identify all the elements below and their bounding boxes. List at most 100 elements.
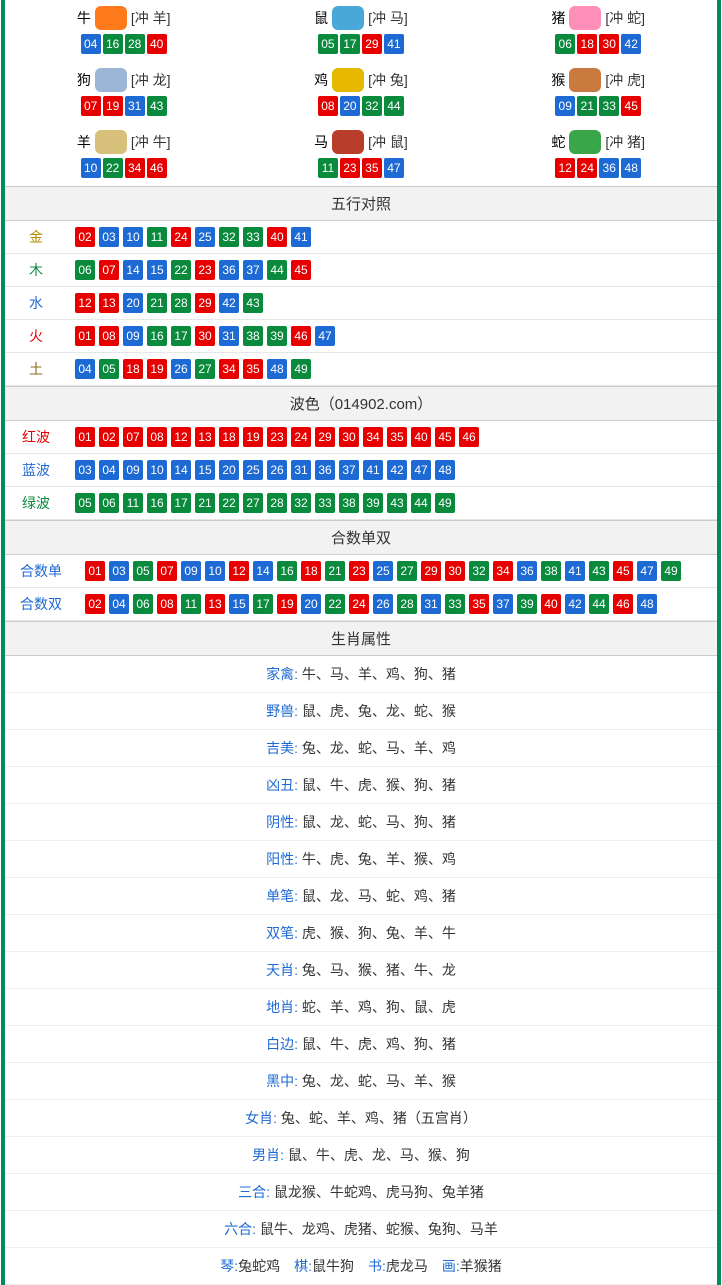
number-ball: 23: [349, 561, 369, 581]
number-ball: 16: [147, 326, 167, 346]
number-ball: 17: [171, 493, 191, 513]
attr-key: 黑中:: [266, 1073, 302, 1089]
number-ball: 35: [243, 359, 263, 379]
zodiac-icon: [569, 6, 601, 30]
attr-value: 鼠、虎、兔、龙、蛇、猴: [302, 703, 456, 719]
number-ball: 23: [267, 427, 287, 447]
attr-key: 画:: [442, 1258, 460, 1274]
bose-header: 波色（014902.com）: [5, 386, 717, 421]
number-ball: 22: [103, 158, 123, 178]
table-row: 土04051819262734354849: [5, 353, 717, 386]
number-ball: 30: [195, 326, 215, 346]
zodiac-name: 牛: [77, 8, 91, 28]
attr-row: 吉美: 兔、龙、蛇、马、羊、鸡: [5, 730, 717, 767]
number-ball: 09: [123, 460, 143, 480]
number-ball: 04: [75, 359, 95, 379]
page-wrap: 牛[冲 羊]04162840鼠[冲 马]05172941猪[冲 蛇]061830…: [1, 0, 721, 1285]
ball-row: 04051819262734354849: [75, 359, 709, 379]
zodiac-icon: [95, 68, 127, 92]
zodiac-clash: [冲 兔]: [368, 70, 408, 90]
zodiac-name: 羊: [77, 132, 91, 152]
attr-value: 虎龙马: [386, 1258, 428, 1274]
number-ball: 40: [267, 227, 287, 247]
number-ball: 20: [219, 460, 239, 480]
zodiac-icon: [95, 130, 127, 154]
zodiac-name: 马: [314, 132, 328, 152]
number-ball: 07: [123, 427, 143, 447]
number-ball: 06: [99, 493, 119, 513]
row-label: 火: [5, 320, 67, 353]
number-ball: 48: [621, 158, 641, 178]
row-label: 合数双: [5, 588, 77, 621]
number-ball: 22: [325, 594, 345, 614]
number-ball: 11: [123, 493, 143, 513]
number-ball: 28: [397, 594, 417, 614]
number-ball: 33: [445, 594, 465, 614]
zodiac-clash: [冲 蛇]: [605, 8, 645, 28]
number-ball: 02: [75, 227, 95, 247]
zodiac-name: 狗: [77, 70, 91, 90]
attr-row: 白边: 鼠、牛、虎、鸡、狗、猪: [5, 1026, 717, 1063]
number-ball: 34: [125, 158, 145, 178]
number-ball: 39: [517, 594, 537, 614]
number-ball: 15: [229, 594, 249, 614]
zodiac-cell: 猴[冲 虎]09213345: [480, 62, 717, 124]
zodiac-name: 蛇: [551, 132, 565, 152]
number-ball: 16: [147, 493, 167, 513]
number-ball: 16: [103, 34, 123, 54]
attr-row: 单笔: 鼠、龙、马、蛇、鸡、猪: [5, 878, 717, 915]
attr-key: 双笔:: [266, 925, 302, 941]
attr-key: 棋:: [294, 1258, 312, 1274]
number-ball: 18: [577, 34, 597, 54]
number-ball: 09: [123, 326, 143, 346]
number-ball: 35: [469, 594, 489, 614]
number-ball: 37: [243, 260, 263, 280]
number-ball: 28: [125, 34, 145, 54]
number-ball: 05: [99, 359, 119, 379]
number-ball: 19: [243, 427, 263, 447]
zodiac-balls: 08203244: [246, 96, 475, 116]
attr-row: 黑中: 兔、龙、蛇、马、羊、猴: [5, 1063, 717, 1100]
number-ball: 20: [340, 96, 360, 116]
number-ball: 24: [577, 158, 597, 178]
attr-row: 野兽: 鼠、虎、兔、龙、蛇、猴: [5, 693, 717, 730]
number-ball: 18: [219, 427, 239, 447]
number-ball: 25: [243, 460, 263, 480]
number-ball: 04: [99, 460, 119, 480]
number-ball: 32: [469, 561, 489, 581]
heshu-header: 合数单双: [5, 520, 717, 555]
zodiac-clash: [冲 牛]: [131, 132, 171, 152]
number-ball: 05: [75, 493, 95, 513]
zodiac-cell: 猪[冲 蛇]06183042: [480, 0, 717, 62]
number-ball: 04: [109, 594, 129, 614]
attr-key: 阳性:: [266, 851, 302, 867]
attrs-header: 生肖属性: [5, 621, 717, 656]
number-ball: 15: [195, 460, 215, 480]
number-ball: 03: [99, 227, 119, 247]
number-ball: 35: [387, 427, 407, 447]
number-ball: 20: [301, 594, 321, 614]
attr-value: 鼠、牛、虎、鸡、狗、猪: [302, 1036, 456, 1052]
table-row: 合数双 0204060811131517192022242628313335373…: [5, 588, 717, 621]
number-ball: 29: [421, 561, 441, 581]
attr-key: 天肖:: [266, 962, 302, 978]
number-ball: 08: [147, 427, 167, 447]
number-ball: 41: [565, 561, 585, 581]
number-ball: 21: [195, 493, 215, 513]
ball-row: 0204060811131517192022242628313335373940…: [85, 594, 709, 614]
number-ball: 30: [445, 561, 465, 581]
number-ball: 48: [435, 460, 455, 480]
number-ball: 27: [397, 561, 417, 581]
wuxing-header: 五行对照: [5, 186, 717, 221]
number-ball: 08: [99, 326, 119, 346]
table-row: 水1213202128294243: [5, 287, 717, 320]
zodiac-name: 猴: [551, 70, 565, 90]
row-label: 金: [5, 221, 67, 254]
attr-value: 兔、蛇、羊、鸡、猪（五宫肖）: [281, 1110, 477, 1126]
number-ball: 49: [435, 493, 455, 513]
attr-row: 地肖: 蛇、羊、鸡、狗、鼠、虎: [5, 989, 717, 1026]
number-ball: 26: [373, 594, 393, 614]
number-ball: 10: [81, 158, 101, 178]
attr-key: 吉美:: [266, 740, 302, 756]
attr-value: 鼠、牛、虎、猴、狗、猪: [302, 777, 456, 793]
